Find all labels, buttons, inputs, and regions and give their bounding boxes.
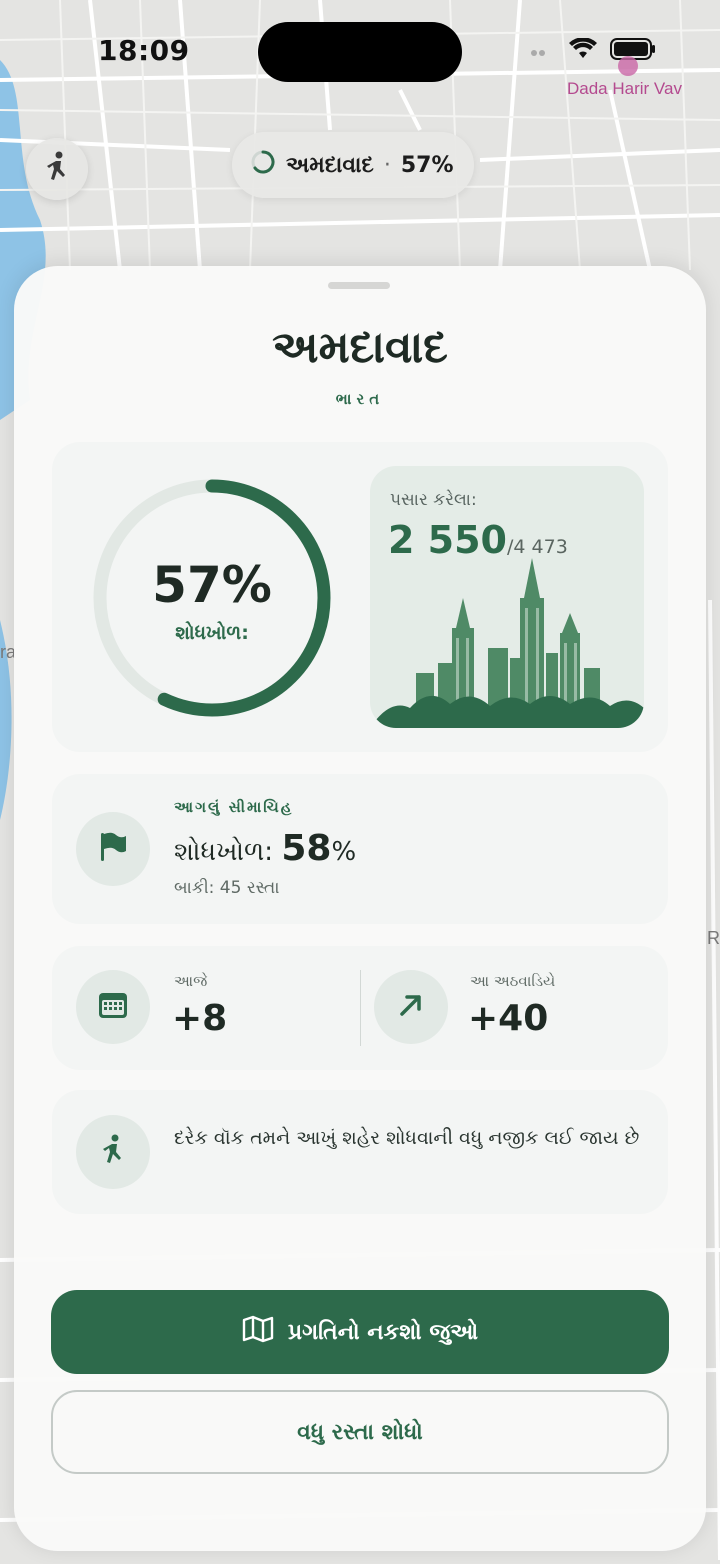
today-label: આજે [174,972,208,990]
walking-person-icon [100,1134,126,1170]
milestone-target-value: 58 [281,828,332,869]
streets-passed-box: પસાર કરેલા: 2 550/4 473 [370,466,644,728]
today-value: +8 [172,998,228,1039]
view-progress-map-label: પ્રગતિનો નકશો જુઓ [287,1319,479,1345]
pill-separator: · [383,152,391,178]
week-label: આ અઠવાડિયે [470,972,556,990]
map-icon [242,1315,274,1349]
tip-text: દરેક વૉક તમને આખું શહેર શોધવાની વધુ નજીક… [174,1127,640,1149]
milestone-target: શોધખોળ: 58% [174,828,356,869]
walking-person-icon [44,151,70,187]
wifi-icon [568,37,598,64]
passed-total: /4 473 [507,536,568,558]
sheet-subtitle: ભારત [335,390,385,408]
passed-label: પસાર કરેલા: [390,490,477,510]
dynamic-island [258,22,462,82]
status-icons [530,37,656,64]
find-more-streets-label: વધુ રસ્તા શોધો [297,1419,423,1445]
next-milestone-card[interactable]: આગલું સીમાચિહ શોધખોળ: 58% બાકી: 45 રસ્તા [52,774,668,924]
pill-percent: 57% [400,152,454,178]
tip-icon-badge [76,1115,150,1189]
sheet-grabber[interactable] [328,282,390,289]
find-more-streets-button[interactable]: વધુ રસ્તા શોધો [51,1390,669,1474]
progress-label: શોધખોળ: [175,622,249,644]
flag-icon [98,831,128,867]
status-time: 18:09 [98,34,190,67]
map-edge-label-right: R [707,928,720,948]
poi-label[interactable]: Dada Harir Vav [567,79,682,99]
week-icon-badge [374,970,448,1044]
cellular-signal-icon [530,41,556,61]
poi-marker-icon[interactable] [618,56,638,76]
milestone-target-label: શોધખોળ: [174,837,274,867]
city-progress-pill[interactable]: અમદાવાદ · 57% [232,132,474,198]
calendar-icon [97,990,129,1024]
activity-stats-card: આજે +8 આ અઠવાડિયે +40 [52,946,668,1070]
passed-value: 2 550/4 473 [388,518,568,562]
milestone-target-unit: % [331,837,357,867]
trend-up-arrow-icon [397,991,425,1023]
week-value: +40 [468,998,549,1039]
progress-card: 57% શોધખોળ: પસાર કરેલા: 2 550/4 473 [52,442,668,752]
walk-tip-card: દરેક વૉક તમને આખું શહેર શોધવાની વધુ નજીક… [52,1090,668,1214]
progress-percent: 57% [152,556,272,614]
walk-mode-button[interactable] [26,138,88,200]
city-skyline-illustration [370,558,644,728]
milestone-remaining: બાકી: 45 રસ્તા [174,878,280,898]
sheet-title: અમદાવાદ [272,322,448,373]
milestone-icon-badge [76,812,150,886]
view-progress-map-button[interactable]: પ્રગતિનો નકશો જુઓ [51,1290,669,1374]
milestone-heading: આગલું સીમાચિહ [174,798,294,816]
loading-spinner-icon [250,149,276,181]
stats-divider [360,970,361,1046]
progress-ring: 57% શોધખોળ: [92,478,332,718]
pill-city-name: અમદાવાદ [286,152,374,178]
city-detail-sheet: અમદાવાદ ભારત 57% શોધખોળ: પસાર કરેલા: 2 5… [14,266,706,1551]
today-icon-badge [76,970,150,1044]
